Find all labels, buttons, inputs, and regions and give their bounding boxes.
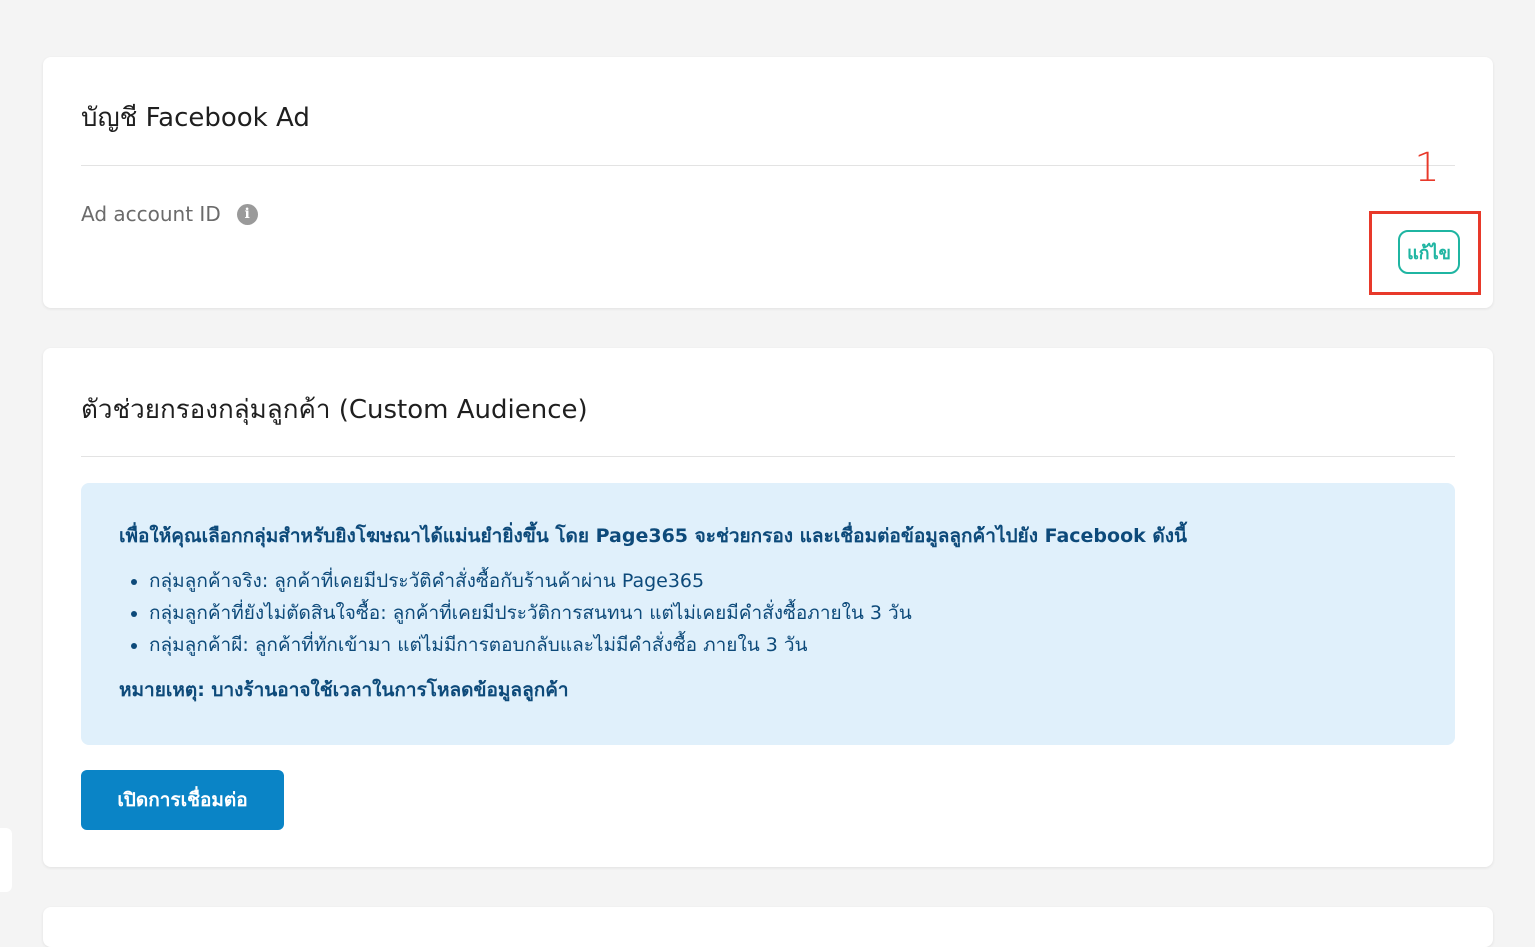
divider: [81, 165, 1455, 166]
side-panel-tab[interactable]: [0, 828, 12, 892]
list-item: กลุ่มลูกค้าที่ยังไม่ตัดสินใจซื้อ: ลูกค้า…: [149, 597, 1417, 629]
annotation-number: 1: [1414, 145, 1440, 191]
custom-audience-card: ตัวช่วยกรองกลุ่มลูกค้า (Custom Audience)…: [43, 348, 1493, 867]
divider: [81, 456, 1455, 457]
card-title: บัญชี Facebook Ad: [81, 103, 310, 133]
list-item: กลุ่มลูกค้าผี: ลูกค้าที่ทักเข้ามา แต่ไม่…: [149, 629, 1417, 661]
enable-connection-button[interactable]: เปิดการเชื่อมต่อ: [81, 770, 284, 830]
field-label: Ad account ID: [81, 202, 221, 226]
audience-list: กลุ่มลูกค้าจริง: ลูกค้าที่เคยมีประวัติคำ…: [119, 565, 1417, 661]
ad-account-id-field: Ad account ID i: [81, 202, 258, 226]
info-lead: เพื่อให้คุณเลือกกลุ่มสำหรับยิงโฆษณาได้แม…: [119, 525, 1187, 547]
edit-button[interactable]: แก้ไข: [1398, 230, 1460, 274]
info-note: หมายเหตุ: บางร้านอาจใช้เวลาในการโหลดข้อม…: [119, 679, 569, 701]
card-title: ตัวช่วยกรองกลุ่มลูกค้า (Custom Audience): [81, 395, 588, 425]
info-circle-icon[interactable]: i: [236, 203, 258, 225]
next-card: [43, 907, 1493, 947]
list-item: กลุ่มลูกค้าจริง: ลูกค้าที่เคยมีประวัติคำ…: [149, 565, 1417, 597]
facebook-ad-account-card: บัญชี Facebook Ad Ad account ID i 1 แก้ไ…: [43, 57, 1493, 308]
info-box: เพื่อให้คุณเลือกกลุ่มสำหรับยิงโฆษณาได้แม…: [81, 483, 1455, 745]
